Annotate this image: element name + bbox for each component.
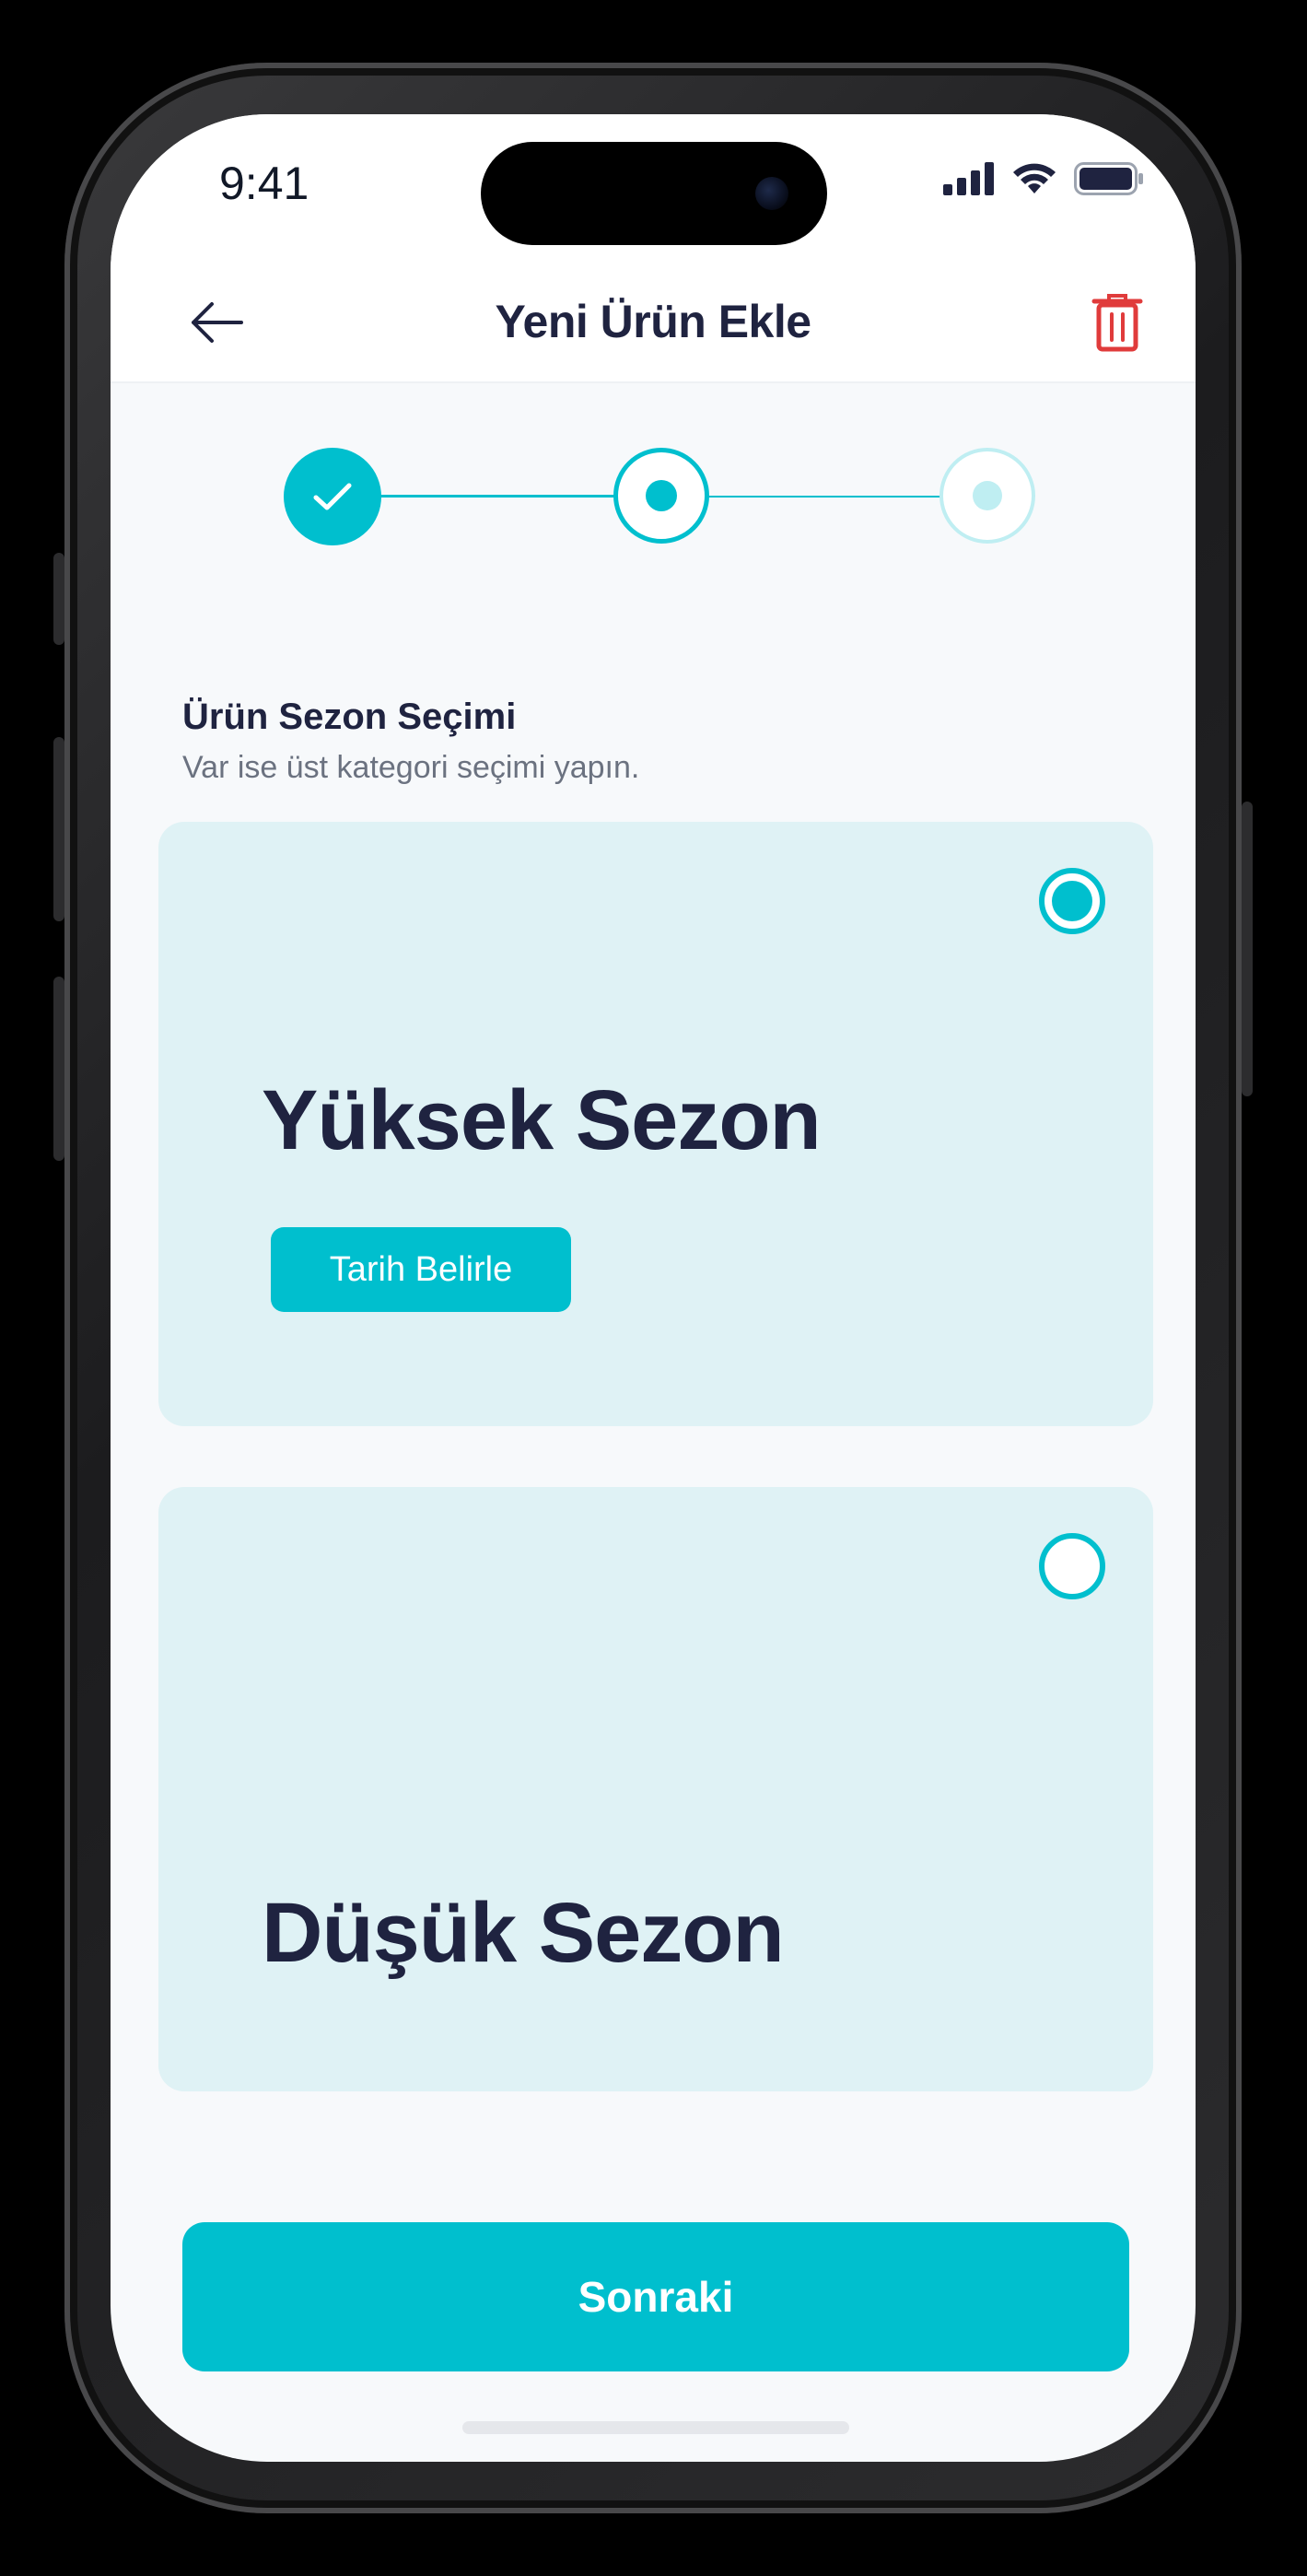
- volume-up-button: [53, 737, 64, 921]
- step-connector-2: [706, 496, 943, 498]
- step-completed: [284, 448, 381, 545]
- section-title: Ürün Sezon Seçimi: [182, 697, 517, 737]
- season-option-title: Düşük Sezon: [262, 1886, 785, 1980]
- page-title: Yeni Ürün Ekle: [495, 296, 811, 347]
- step-current-dot: [646, 480, 677, 511]
- season-option-high[interactable]: Yüksek Sezon Tarih Belirle: [158, 822, 1153, 1426]
- volume-down-button: [53, 977, 64, 1161]
- app-header: Yeni Ürün Ekle: [111, 262, 1196, 383]
- radio-unselected[interactable]: [1039, 1533, 1105, 1599]
- next-button[interactable]: Sonraki: [182, 2222, 1129, 2371]
- home-indicator[interactable]: [462, 2421, 849, 2434]
- radio-dot: [1052, 881, 1092, 921]
- battery-icon: [1074, 162, 1143, 195]
- app-screen: 9:41 Yeni Ürün Ekle Ürün Sezon Seçimi Va…: [111, 114, 1196, 2462]
- check-icon: [313, 483, 352, 510]
- dynamic-island: [481, 142, 827, 245]
- step-current: [613, 448, 709, 544]
- status-bar: 9:41: [111, 114, 1196, 262]
- step-upcoming-dot: [973, 481, 1002, 510]
- season-option-low[interactable]: Düşük Sezon: [158, 1487, 1153, 2091]
- wifi-icon: [1013, 163, 1056, 193]
- season-option-title: Yüksek Sezon: [262, 1073, 822, 1167]
- action-button: [53, 553, 64, 645]
- front-camera: [755, 177, 788, 210]
- signal-icon: [943, 162, 994, 195]
- radio-selected[interactable]: [1039, 868, 1105, 934]
- set-date-button[interactable]: Tarih Belirle: [271, 1227, 571, 1312]
- delete-button[interactable]: [1085, 287, 1149, 357]
- step-upcoming: [939, 448, 1035, 544]
- status-time: 9:41: [219, 158, 309, 209]
- status-icons: [943, 162, 1144, 195]
- section-subtitle: Var ise üst kategori seçimi yapın.: [182, 750, 640, 785]
- step-connector-1: [378, 495, 617, 498]
- trash-icon: [1091, 294, 1143, 352]
- power-button: [1242, 802, 1253, 1096]
